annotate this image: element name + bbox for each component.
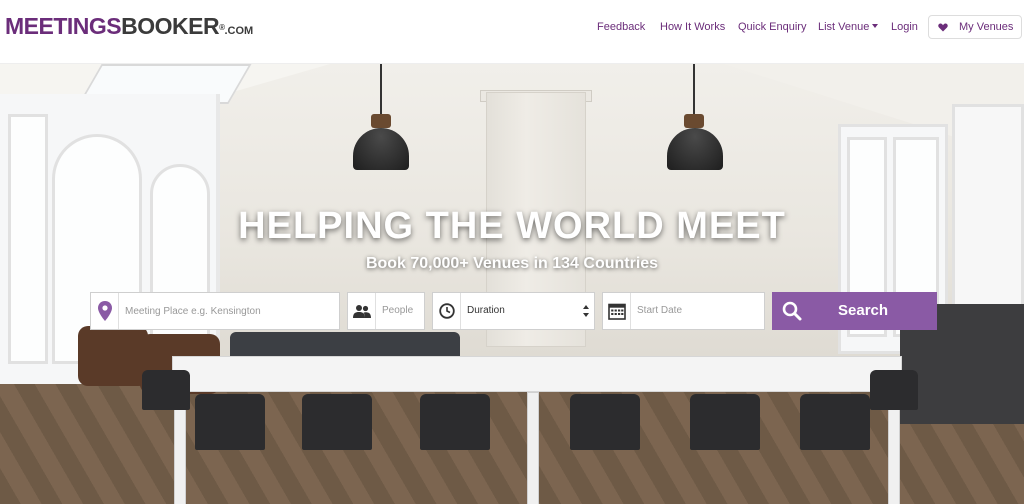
people-input: People xyxy=(382,305,414,316)
map-pin-icon xyxy=(91,293,119,329)
caret-down-icon xyxy=(872,24,879,29)
site-header: MEETINGSBOOKER®.COM Feedback How It Work… xyxy=(0,0,1024,64)
hero-section: HELPING THE WORLD MEET Book 70,000+ Venu… xyxy=(0,64,1024,504)
hero-headline: HELPING THE WORLD MEET xyxy=(238,205,786,247)
start-date-input: Start Date xyxy=(637,305,683,316)
my-venues-button[interactable]: My Venues xyxy=(928,15,1022,39)
start-date-field[interactable]: Start Date xyxy=(602,292,765,330)
nav-list-venue[interactable]: List Venue xyxy=(818,20,879,34)
nav-quick-enquiry[interactable]: Quick Enquiry xyxy=(738,20,806,34)
nav-login[interactable]: Login xyxy=(891,20,918,34)
select-arrows-icon xyxy=(583,305,589,317)
clock-icon xyxy=(433,293,461,329)
nav-list-venue-label: List Venue xyxy=(818,21,870,33)
magnifier-icon xyxy=(782,301,802,321)
logo-text-tld: .COM xyxy=(224,25,254,37)
my-venues-label: My Venues xyxy=(959,21,1014,33)
nav-feedback[interactable]: Feedback xyxy=(597,20,645,34)
heart-icon xyxy=(938,23,948,32)
duration-value: Duration xyxy=(467,305,505,316)
place-search-field[interactable] xyxy=(90,292,340,330)
logo-text-booker: BOOKER xyxy=(121,13,220,39)
search-button-label: Search xyxy=(838,302,889,319)
duration-select[interactable]: Duration xyxy=(432,292,595,330)
nav-how-it-works[interactable]: How It Works xyxy=(660,20,725,34)
search-button[interactable]: Search xyxy=(772,292,937,330)
hero-subheadline: Book 70,000+ Venues in 134 Countries xyxy=(365,255,659,272)
calendar-icon xyxy=(603,293,631,329)
logo-registered-mark: ® xyxy=(219,23,225,32)
people-field[interactable]: People xyxy=(347,292,425,330)
site-logo[interactable]: MEETINGSBOOKER®.COM xyxy=(5,14,253,40)
place-search-input[interactable] xyxy=(125,301,335,321)
people-icon xyxy=(348,293,376,329)
logo-text-meetings: MEETINGS xyxy=(5,13,122,39)
